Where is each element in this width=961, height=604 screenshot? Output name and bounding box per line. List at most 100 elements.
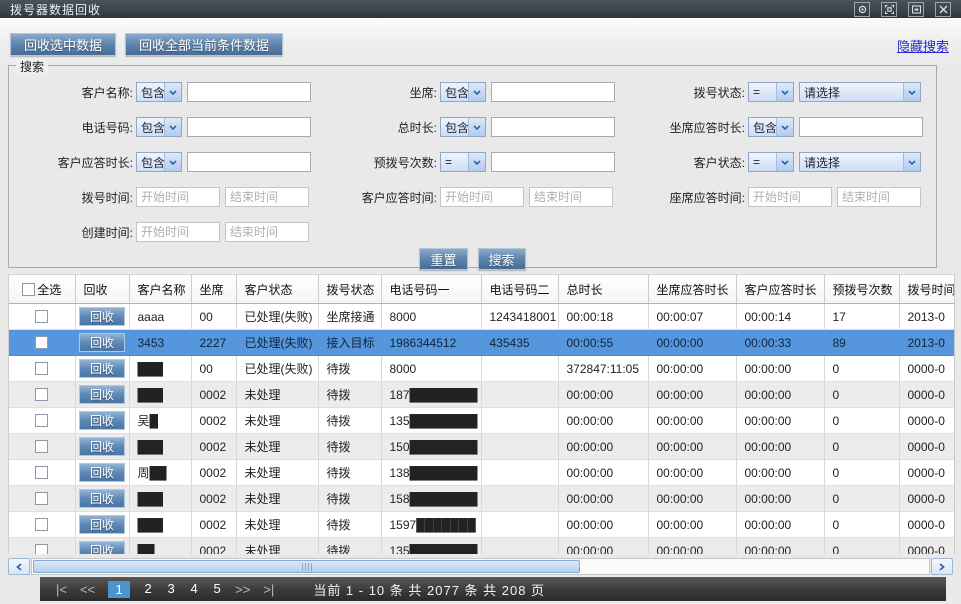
cell-dial-status: 待拨 [318,434,381,460]
page-button[interactable]: 4 [189,581,199,598]
create-time-end-input[interactable] [225,222,309,242]
cell-dial-time: 0000-0 [899,512,955,538]
table-row[interactable]: 回收██0002未处理待拨135████████00:00:0000:00:00… [9,538,955,555]
predial-count-input[interactable] [491,152,615,172]
recover-row-button[interactable]: 回收 [79,411,125,430]
page-button[interactable]: 1 [108,581,130,598]
recover-row-button[interactable]: 回收 [79,333,125,352]
hide-search-link[interactable]: 隐藏搜索 [897,36,949,55]
customer-answer-duration-input[interactable] [187,152,311,172]
row-checkbox[interactable] [35,466,48,479]
table-row[interactable]: 回收███0002未处理待拨158████████00:00:0000:00:0… [9,486,955,512]
cell-phone2 [481,434,558,460]
dial-status-select[interactable]: 请选择 [799,82,921,102]
recover-row-button[interactable]: 回收 [79,463,125,482]
cell-name: 周██ [129,460,191,486]
chevron-down-icon [164,83,181,101]
row-checkbox[interactable] [35,518,48,531]
page-button[interactable]: 5 [212,581,222,598]
row-checkbox[interactable] [35,310,48,323]
reset-button[interactable]: 重置 [419,248,467,270]
phone-number-input[interactable] [187,117,311,137]
scrollbar-track[interactable] [31,558,930,575]
phone-number-op-select[interactable]: 包含 [136,117,182,137]
close-icon[interactable] [935,2,951,17]
seat-answer-duration-input[interactable] [799,117,923,137]
recover-row-button[interactable]: 回收 [79,385,125,404]
customer-name-input[interactable] [187,82,311,102]
toolbar: 回收选中数据 回收全部当前条件数据 [10,33,283,56]
cell-select [9,382,75,408]
table-row[interactable]: 回收34532227已处理(失败)接入目标198634451243543500:… [9,330,955,356]
cell-name: ███ [129,382,191,408]
table-row[interactable]: 回收aaaa00已处理(失败)坐席接通8000124341800100:00:1… [9,304,955,330]
scroll-right-icon[interactable] [931,558,953,575]
recover-row-button[interactable]: 回收 [79,541,125,554]
recover-row-button[interactable]: 回收 [79,515,125,534]
recover-row-button[interactable]: 回收 [79,359,125,378]
select-all-checkbox[interactable] [22,283,35,296]
cell-phone1: 158████████ [381,486,481,512]
table-row[interactable]: 回收███0002未处理待拨187████████00:00:0000:00:0… [9,382,955,408]
table-row[interactable]: 回收███0002未处理待拨150████████00:00:0000:00:0… [9,434,955,460]
customer-name-op-select[interactable]: 包含 [136,82,182,102]
page-button[interactable]: 2 [143,581,153,598]
customer-answer-time-start-input[interactable] [440,187,524,207]
table-row[interactable]: 回收吴█0002未处理待拨135████████00:00:0000:00:00… [9,408,955,434]
customer-status-op-select[interactable]: = [748,152,794,172]
row-checkbox[interactable] [35,362,48,375]
cell-seat-answer: 00:00:00 [648,356,736,382]
dial-time-end-input[interactable] [225,187,309,207]
cell-total-duration: 00:00:00 [558,460,648,486]
recover-all-button[interactable]: 回收全部当前条件数据 [125,33,283,56]
table-row[interactable]: 回收███00已处理(失败)待拨8000372847:11:0500:00:00… [9,356,955,382]
table-row[interactable]: 回收周██0002未处理待拨138████████00:00:0000:00:0… [9,460,955,486]
row-checkbox[interactable] [35,388,48,401]
scrollbar-thumb[interactable] [33,560,580,573]
recover-row-button[interactable]: 回收 [79,437,125,456]
dial-time-start-input[interactable] [136,187,220,207]
row-checkbox[interactable] [35,440,48,453]
dial-status-op-select[interactable]: = [748,82,794,102]
cell-predial-count: 0 [824,356,899,382]
row-checkbox[interactable] [35,336,48,349]
total-duration-op-select[interactable]: 包含 [440,117,486,137]
scrollbar-grip [302,563,312,571]
seat-answer-duration-op-select[interactable]: 包含 [748,117,794,137]
customer-answer-duration-op-select[interactable]: 包含 [136,152,182,172]
cell-phone2 [481,356,558,382]
row-checkbox[interactable] [35,544,48,555]
cell-predial-count: 0 [824,538,899,555]
seat-answer-time-end-input[interactable] [837,187,921,207]
recover-selected-button[interactable]: 回收选中数据 [10,33,116,56]
first-page-button[interactable]: |< [56,582,67,597]
scroll-left-icon[interactable] [8,558,30,575]
predial-count-op-select[interactable]: = [440,152,486,172]
maximize-icon[interactable] [881,2,897,17]
total-duration-input[interactable] [491,117,615,137]
recover-row-button[interactable]: 回收 [79,489,125,508]
column-header: 客户名称 [129,275,191,304]
search-button[interactable]: 搜索 [478,248,526,270]
seat-op-select[interactable]: 包含 [440,82,486,102]
seat-answer-time-label: 座席应答时间: [633,189,745,206]
cell-dial-time: 0000-0 [899,486,955,512]
next-page-button[interactable]: >> [235,582,250,597]
seat-answer-time-start-input[interactable] [748,187,832,207]
row-checkbox[interactable] [35,414,48,427]
cell-seat: 0002 [191,382,236,408]
prev-page-button[interactable]: << [80,582,95,597]
customer-status-select[interactable]: 请选择 [799,152,921,172]
customer-answer-time-end-input[interactable] [529,187,613,207]
cell-predial-count: 0 [824,460,899,486]
restore-icon[interactable] [908,2,924,17]
page-button[interactable]: 3 [166,581,176,598]
table-row[interactable]: 回收███0002未处理待拨1597███████00:00:0000:00:0… [9,512,955,538]
create-time-start-input[interactable] [136,222,220,242]
seat-input[interactable] [491,82,615,102]
cell-seat: 00 [191,356,236,382]
row-checkbox[interactable] [35,492,48,505]
recover-row-button[interactable]: 回收 [79,307,125,326]
record-icon[interactable] [854,2,870,17]
last-page-button[interactable]: >| [263,582,274,597]
